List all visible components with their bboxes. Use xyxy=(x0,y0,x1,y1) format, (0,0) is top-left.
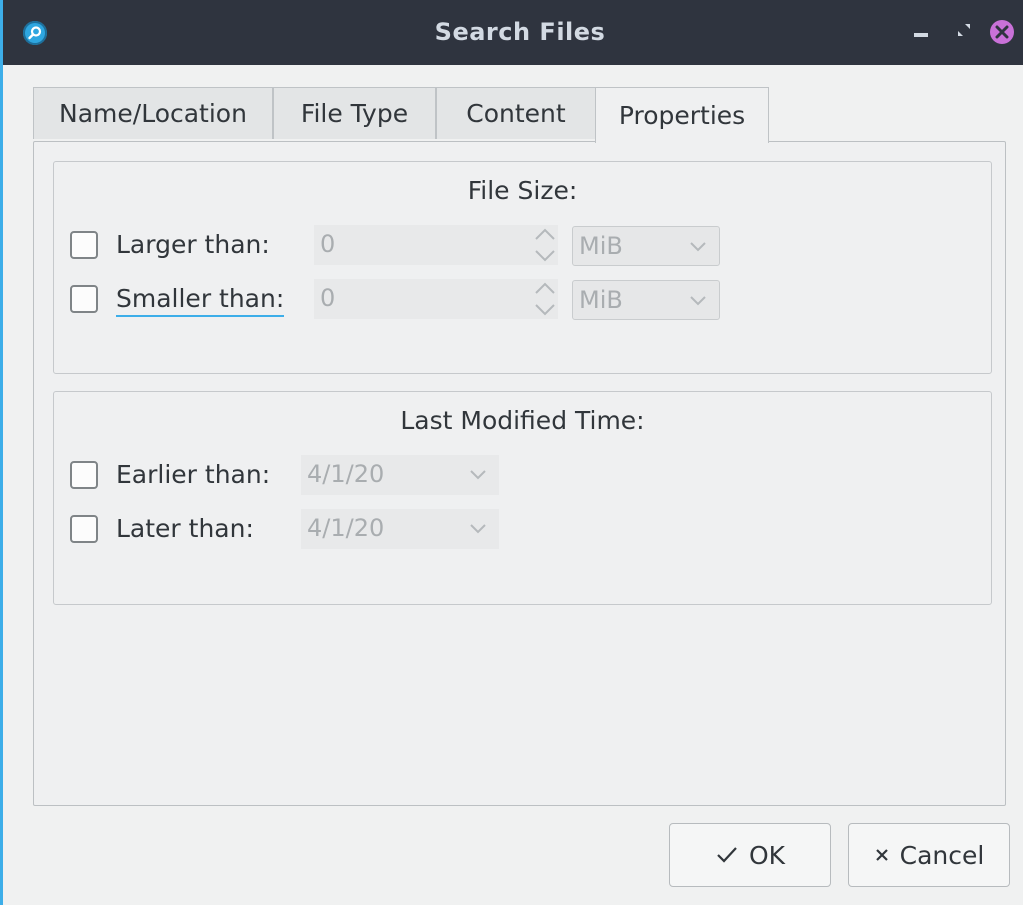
smaller-than-label[interactable]: Smaller than: xyxy=(116,284,285,317)
earlier-than-label[interactable]: Earlier than: xyxy=(116,460,270,489)
maximize-icon[interactable] xyxy=(956,22,972,42)
ok-label: OK xyxy=(748,840,786,870)
smaller-than-unit: MiB xyxy=(579,286,623,314)
larger-than-unit: MiB xyxy=(579,232,623,260)
title-bar[interactable]: Search Files xyxy=(0,0,1023,65)
smaller-than-spinbox[interactable]: 0 xyxy=(314,279,558,319)
cancel-label: Cancel xyxy=(899,840,985,870)
larger-than-label[interactable]: Larger than: xyxy=(116,230,270,259)
last-modified-group: Last Modified Time: Earlier than: 4/1/20… xyxy=(53,391,992,605)
tab-properties[interactable]: Properties xyxy=(595,87,769,143)
ok-button[interactable]: OK xyxy=(669,823,831,887)
properties-panel: File Size: Larger than: 0 MiB Smaller th… xyxy=(33,141,1006,806)
larger-than-spinbox[interactable]: 0 xyxy=(314,225,558,265)
minimize-icon[interactable] xyxy=(914,33,928,37)
later-than-value: 4/1/20 xyxy=(307,514,385,542)
smaller-than-unit-select[interactable]: MiB xyxy=(572,280,720,320)
chevron-down-icon[interactable] xyxy=(469,467,487,481)
x-icon xyxy=(875,849,888,861)
tab-file-type[interactable]: File Type xyxy=(273,87,436,139)
cancel-button[interactable]: Cancel xyxy=(848,823,1010,887)
window-border xyxy=(0,0,3,905)
later-than-checkbox[interactable] xyxy=(70,515,98,543)
chevron-down-icon xyxy=(690,242,706,252)
smaller-than-checkbox[interactable] xyxy=(70,285,98,313)
earlier-than-date[interactable]: 4/1/20 xyxy=(301,455,499,495)
smaller-than-value: 0 xyxy=(320,284,336,312)
tab-content[interactable]: Content xyxy=(436,87,596,139)
window-title: Search Files xyxy=(434,18,606,46)
larger-than-checkbox[interactable] xyxy=(70,231,98,259)
larger-than-unit-select[interactable]: MiB xyxy=(572,226,720,266)
spin-arrows-icon[interactable] xyxy=(532,225,558,265)
earlier-than-value: 4/1/20 xyxy=(307,460,385,488)
later-than-date[interactable]: 4/1/20 xyxy=(301,509,499,549)
earlier-than-checkbox[interactable] xyxy=(70,461,98,489)
spin-arrows-icon[interactable] xyxy=(532,279,558,319)
close-icon[interactable] xyxy=(990,20,1014,44)
tab-name-location[interactable]: Name/Location xyxy=(33,87,273,139)
larger-than-value: 0 xyxy=(320,230,336,258)
chevron-down-icon xyxy=(690,296,706,306)
file-size-title: File Size: xyxy=(467,176,578,205)
last-modified-title: Last Modified Time: xyxy=(400,406,645,435)
chevron-down-icon[interactable] xyxy=(469,521,487,535)
check-icon xyxy=(717,847,737,863)
later-than-label[interactable]: Later than: xyxy=(116,514,254,543)
file-size-group: File Size: Larger than: 0 MiB Smaller th… xyxy=(53,161,992,374)
